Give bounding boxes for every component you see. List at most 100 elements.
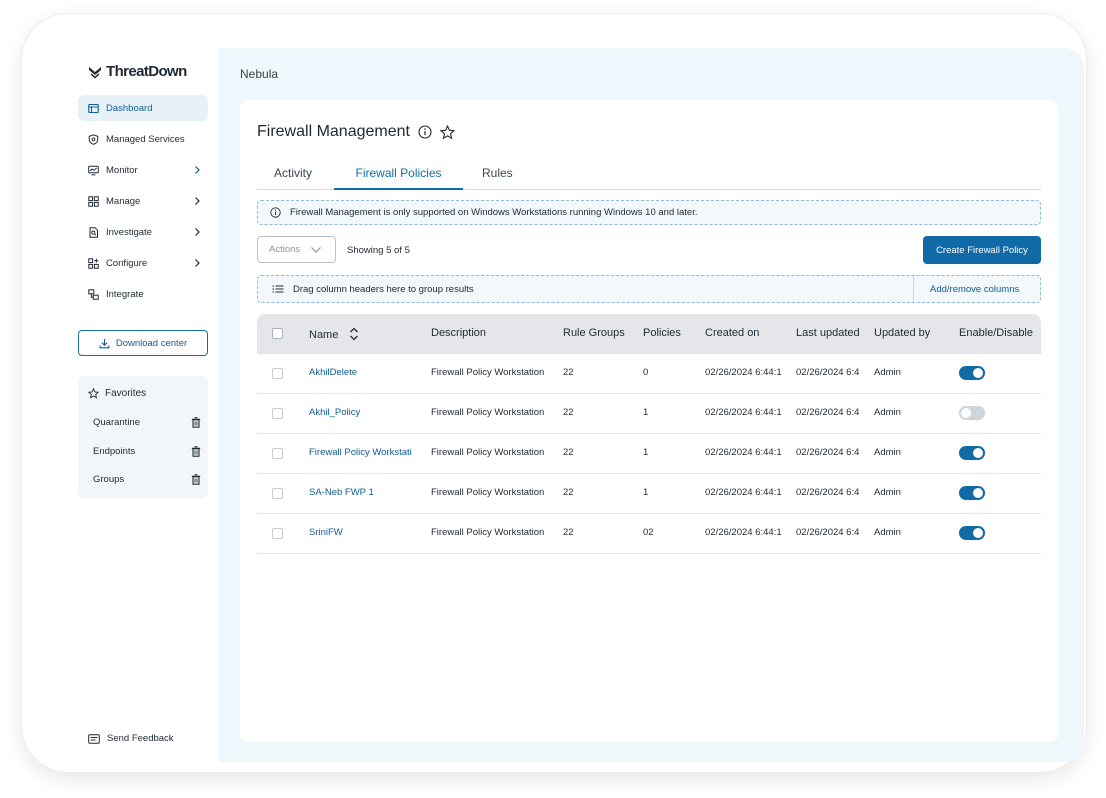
grid-icon xyxy=(88,195,99,207)
column-header-label: Name xyxy=(309,329,339,341)
info-banner: Firewall Management is only supported on… xyxy=(257,200,1041,225)
dashboard-icon xyxy=(88,103,99,114)
sidebar-item-label: Investigate xyxy=(106,226,152,238)
tab-bar: Activity Firewall Policies Rules xyxy=(257,160,1041,190)
info-icon xyxy=(270,207,281,218)
policy-rule-groups: 22 xyxy=(563,367,574,378)
group-by-bar[interactable]: Drag column headers here to group result… xyxy=(257,275,1041,303)
sidebar-item-managed-services[interactable]: Managed Services xyxy=(78,126,208,152)
policy-name-link[interactable]: Akhil_Policy xyxy=(309,407,424,418)
sort-icon[interactable] xyxy=(349,327,359,341)
integrate-icon xyxy=(88,288,99,300)
column-header-enable-disable[interactable]: Enable/Disable xyxy=(959,327,1033,339)
sidebar-item-monitor[interactable]: Monitor xyxy=(78,157,208,183)
tab-activity[interactable]: Activity xyxy=(274,160,312,190)
send-feedback-link[interactable]: Send Feedback xyxy=(88,733,174,744)
row-checkbox[interactable] xyxy=(272,368,283,379)
policy-rule-groups: 22 xyxy=(563,447,574,458)
policy-description: Firewall Policy Workstation xyxy=(431,447,545,458)
star-icon[interactable] xyxy=(439,124,455,140)
trash-icon[interactable] xyxy=(191,474,201,485)
policy-rule-groups: 22 xyxy=(563,527,574,538)
enable-toggle[interactable] xyxy=(959,406,985,420)
row-checkbox[interactable] xyxy=(272,408,283,419)
policy-rule-groups: 22 xyxy=(563,407,574,418)
table-row[interactable]: SriniFW Firewall Policy Workstation 22 0… xyxy=(257,514,1041,554)
policy-description: Firewall Policy Workstation xyxy=(431,487,545,498)
policy-description: Firewall Policy Workstation xyxy=(431,407,545,418)
table-row[interactable]: SA-Neb FWP 1 Firewall Policy Workstation… xyxy=(257,474,1041,514)
favorite-item-groups[interactable]: Groups xyxy=(93,474,201,485)
create-firewall-policy-button[interactable]: Create Firewall Policy xyxy=(923,236,1041,264)
enable-toggle[interactable] xyxy=(959,366,985,380)
favorite-item-endpoints[interactable]: Endpoints xyxy=(93,446,201,457)
tab-rules[interactable]: Rules xyxy=(482,160,513,190)
actions-dropdown[interactable]: Actions xyxy=(257,236,336,263)
brand-name: ThreatDown xyxy=(106,63,187,80)
row-checkbox[interactable] xyxy=(272,528,283,539)
favorites-panel: Favorites Quarantine Endpoints Groups xyxy=(78,376,208,498)
policy-last-updated: 02/26/2024 6:4 xyxy=(796,487,860,498)
shield-icon xyxy=(88,133,99,145)
favorites-title: Favorites xyxy=(105,388,147,399)
policy-last-updated: 02/26/2024 6:4 xyxy=(796,367,860,378)
policies-table: Name Description Rule Groups Policies Cr… xyxy=(257,314,1041,554)
configure-icon xyxy=(88,257,99,269)
policy-policies: 1 xyxy=(643,407,649,418)
policy-policies: 1 xyxy=(643,447,649,458)
column-header-description[interactable]: Description xyxy=(431,327,486,339)
policy-last-updated: 02/26/2024 6:4 xyxy=(796,527,860,538)
download-center-button[interactable]: Download center xyxy=(78,330,208,356)
info-icon[interactable] xyxy=(418,125,432,139)
page-title: Firewall Management xyxy=(257,123,410,140)
tab-firewall-policies[interactable]: Firewall Policies xyxy=(334,160,463,190)
chevron-right-icon xyxy=(195,197,200,205)
favorite-label: Groups xyxy=(93,474,125,485)
row-checkbox[interactable] xyxy=(272,448,283,459)
brand-logo[interactable]: ThreatDown xyxy=(88,63,187,80)
enable-toggle[interactable] xyxy=(959,446,985,460)
policy-name-link[interactable]: AkhilDelete xyxy=(309,367,424,378)
sidebar-item-integrate[interactable]: Integrate xyxy=(78,281,208,307)
column-header-last-updated[interactable]: Last updated xyxy=(796,327,860,339)
policy-name-link[interactable]: Firewall Policy Workstati xyxy=(309,447,424,458)
main-area: Nebula Firewall Management Activity Fire… xyxy=(218,48,1084,762)
table-row[interactable]: Akhil_Policy Firewall Policy Workstation… xyxy=(257,394,1041,434)
column-header-policies[interactable]: Policies xyxy=(643,327,681,339)
download-center-label: Download center xyxy=(115,337,188,349)
trash-icon[interactable] xyxy=(191,417,201,428)
trash-icon[interactable] xyxy=(191,446,201,457)
add-remove-columns-link[interactable]: Add/remove columns xyxy=(930,284,1019,295)
sidebar-item-dashboard[interactable]: Dashboard xyxy=(78,95,208,121)
policy-name-link[interactable]: SA-Neb FWP 1 xyxy=(309,487,424,498)
favorite-item-quarantine[interactable]: Quarantine xyxy=(93,417,201,428)
table-header: Name Description Rule Groups Policies Cr… xyxy=(257,314,1041,354)
feedback-icon xyxy=(88,733,100,744)
row-checkbox[interactable] xyxy=(272,488,283,499)
column-header-name[interactable]: Name xyxy=(309,327,359,341)
send-feedback-label: Send Feedback xyxy=(107,733,174,744)
column-header-rule-groups[interactable]: Rule Groups xyxy=(563,327,625,339)
column-header-created-on[interactable]: Created on xyxy=(705,327,759,339)
sidebar-item-investigate[interactable]: Investigate xyxy=(78,219,208,245)
enable-toggle[interactable] xyxy=(959,486,985,500)
select-all-checkbox[interactable] xyxy=(272,328,283,339)
table-row[interactable]: Firewall Policy Workstati Firewall Polic… xyxy=(257,434,1041,474)
sidebar-item-label: Configure xyxy=(106,257,148,269)
chevron-right-icon xyxy=(195,228,200,236)
column-header-updated-by[interactable]: Updated by xyxy=(874,327,930,339)
monitor-icon xyxy=(88,165,99,176)
policy-updated-by: Admin xyxy=(874,447,901,458)
result-count: Showing 5 of 5 xyxy=(347,245,410,256)
policy-created-on: 02/26/2024 6:44:1 xyxy=(705,407,782,418)
sidebar-item-manage[interactable]: Manage xyxy=(78,188,208,214)
policy-created-on: 02/26/2024 6:44:1 xyxy=(705,527,782,538)
banner-text: Firewall Management is only supported on… xyxy=(290,207,698,218)
table-row[interactable]: AkhilDelete Firewall Policy Workstation … xyxy=(257,354,1041,394)
device-frame: ThreatDown Dashboard Managed Services Mo… xyxy=(22,14,1086,772)
policy-updated-by: Admin xyxy=(874,487,901,498)
enable-toggle[interactable] xyxy=(959,526,985,540)
policy-name-link[interactable]: SriniFW xyxy=(309,527,424,538)
sidebar-item-configure[interactable]: Configure xyxy=(78,250,208,276)
policy-policies: 02 xyxy=(643,527,654,538)
